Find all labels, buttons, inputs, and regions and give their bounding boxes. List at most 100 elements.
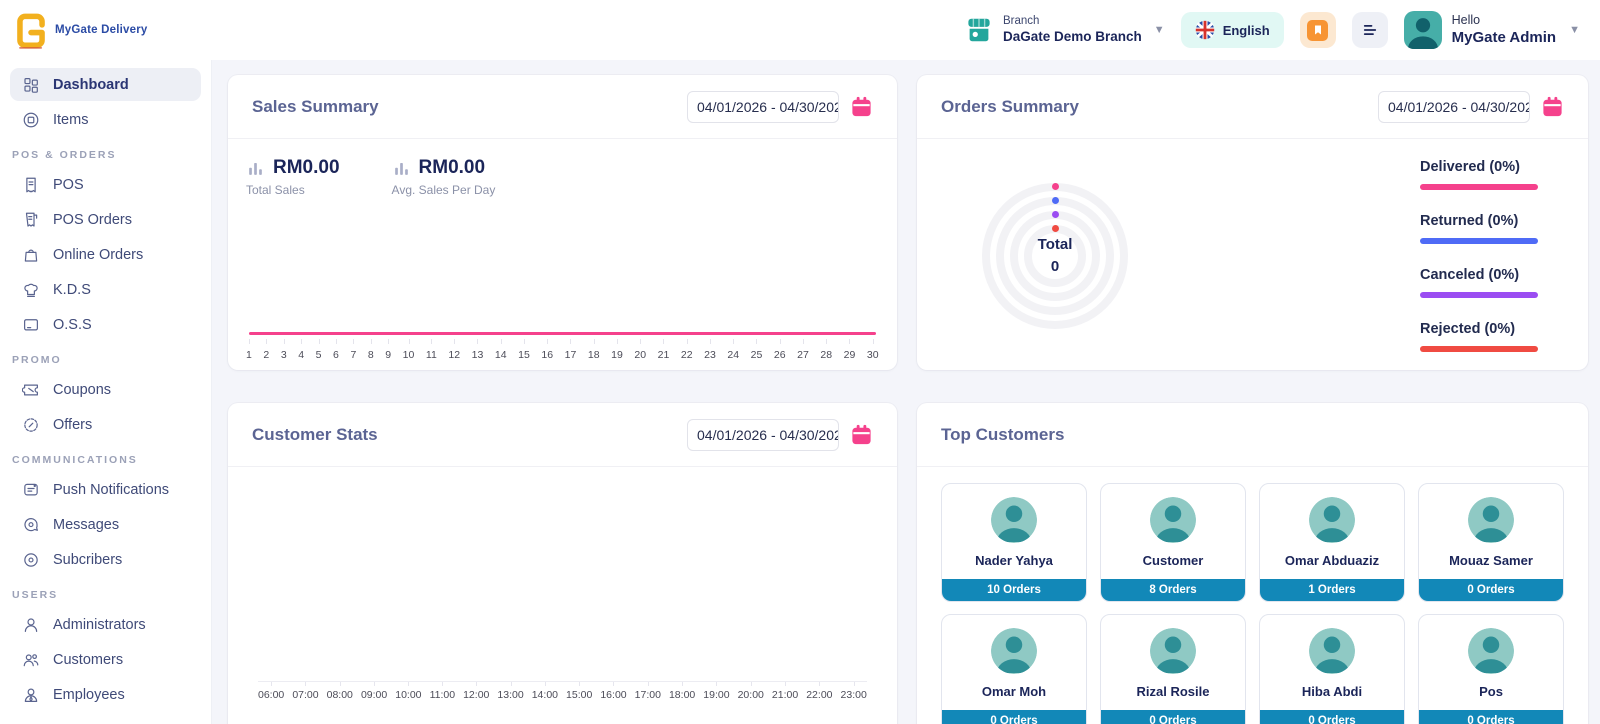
sidebar-item-k-d-s[interactable]: K.D.S [10,273,201,306]
sidebar-item-customers[interactable]: Customers [10,643,201,676]
customer-name: Omar Abduaziz [1285,553,1379,568]
customer-card[interactable]: Pos0 Orders [1418,614,1564,724]
customer-avatar [1468,497,1514,543]
sidebar-item-subcribers[interactable]: Subcribers [10,543,201,576]
customer-stats-date-range-input[interactable]: 04/01/2026 - 04/30/2026 [687,419,839,451]
axis-tick-label: 20:00 [738,689,764,701]
axis-tick-label: 2 [263,349,269,361]
customer-avatar [1150,628,1196,674]
axis-tick-label: 18:00 [669,689,695,701]
calendar-icon[interactable] [850,423,873,446]
sidebar-item-items[interactable]: Items [10,103,201,136]
legend-label: Delivered (0%) [1420,159,1540,175]
sidebar-item-offers[interactable]: Offers [10,408,201,441]
branch-selector[interactable]: Branch DaGate Demo Branch ▼ [964,14,1165,45]
customer-orders-badge: 1 Orders [1260,579,1404,601]
sidebar-item-label: POS Orders [53,212,132,228]
pos-icon [22,176,40,194]
donut-total-value: 0 [1051,256,1059,278]
axis-tick-label: 14 [495,349,507,361]
calendar-icon[interactable] [850,95,873,118]
customer-card[interactable]: Customer8 Orders [1100,483,1246,602]
axis-tick-label: 16:00 [600,689,626,701]
customer-card[interactable]: Omar Abduaziz 1 Orders [1259,483,1405,602]
legend-label: Returned (0%) [1420,213,1540,229]
greeting-hello: Hello [1452,12,1556,28]
messages-icon [22,516,40,534]
axis-tick-label: 22:00 [806,689,832,701]
menu-button[interactable] [1352,12,1388,48]
bar-chart-icon [392,159,411,178]
customer-orders-badge: 0 Orders [1419,579,1563,601]
customer-card[interactable]: Mouaz Samer 0 Orders [1418,483,1564,602]
axis-tick-label: 12:00 [463,689,489,701]
customer-name: Hiba Abdi [1302,684,1362,699]
donut-total-label: Total [1038,234,1073,256]
customer-card[interactable]: Nader Yahya10 Orders [941,483,1087,602]
legend-color-bar [1420,346,1538,352]
menu-lines-icon [1361,21,1379,39]
axis-tick-label: 15:00 [566,689,592,701]
axis-tick-label: 10 [403,349,415,361]
orders-date-range-input[interactable]: 04/01/2026 - 04/30/2026 [1378,91,1530,123]
customer-avatar [1150,497,1196,543]
sidebar-item-online-orders[interactable]: Online Orders [10,238,201,271]
axis-tick-label: 06:00 [258,689,284,701]
sales-x-axis: 1234567891011121314151617181920212223242… [246,349,879,361]
sidebar-item-pos[interactable]: POS [10,168,201,201]
sidebar-item-label: Items [53,112,88,128]
axis-tick-label: 21 [658,349,670,361]
sidebar-item-label: O.S.S [53,317,92,333]
axis-tick-label: 9 [385,349,391,361]
customer-stats-title: Customer Stats [252,425,378,445]
language-selector[interactable]: English [1181,12,1284,48]
axis-tick-label: 11 [426,349,437,361]
sidebar-item-dashboard[interactable]: Dashboard [10,68,201,101]
customer-name: Omar Moh [982,684,1046,699]
bookmark-button[interactable] [1300,12,1336,48]
calendar-icon[interactable] [1541,95,1564,118]
kds-icon [22,281,40,299]
customer-avatar [991,497,1037,543]
push-icon [22,481,40,499]
sidebar-item-messages[interactable]: Messages [10,508,201,541]
total-sales-value: RM0.00 [273,157,340,179]
sidebar-item-push-notifications[interactable]: Push Notifications [10,473,201,506]
axis-tick-label: 5 [316,349,322,361]
user-menu[interactable]: Hello MyGate Admin ▼ [1404,11,1580,49]
axis-tick-label: 19:00 [703,689,729,701]
brand-logo[interactable]: MyGate Delivery [14,10,148,50]
axis-tick-label: 24 [727,349,739,361]
items-icon [22,111,40,129]
sidebar-item-administrators[interactable]: Administrators [10,608,201,641]
sidebar-section-heading: POS & ORDERS [12,149,199,161]
sidebar-item-employees[interactable]: Employees [10,678,201,711]
avg-sales-stat: RM0.00 Avg. Sales Per Day [392,157,496,197]
sales-date-range-input[interactable]: 04/01/2026 - 04/30/2026 [687,91,839,123]
sidebar-item-coupons[interactable]: Coupons [10,373,201,406]
customer-card[interactable]: Hiba Abdi0 Orders [1259,614,1405,724]
avg-sales-value: RM0.00 [419,157,486,179]
axis-tick-label: 28 [820,349,832,361]
orders-donut: Total 0 [975,176,1135,336]
axis-tick-label: 3 [281,349,287,361]
customer-orders-badge: 0 Orders [942,710,1086,724]
legend-color-bar [1420,184,1538,190]
axis-tick-label: 11:00 [430,689,456,701]
axis-tick-label: 17 [565,349,577,361]
online-orders-icon [22,246,40,264]
legend-color-bar [1420,238,1538,244]
sidebar-item-pos-orders[interactable]: POS Orders [10,203,201,236]
customer-name: Pos [1479,684,1503,699]
legend-label: Rejected (0%) [1420,321,1540,337]
axis-tick-label: 7 [350,349,356,361]
axis-tick-label: 26 [774,349,786,361]
bookmark-icon [1307,20,1328,41]
orders-legend: Delivered (0%)Returned (0%)Canceled (0%)… [1420,159,1540,352]
axis-tick-label: 19 [611,349,623,361]
customer-card[interactable]: Omar Moh 0 Orders [941,614,1087,724]
customer-name: Mouaz Samer [1449,553,1533,568]
sidebar-item-o-s-s[interactable]: O.S.S [10,308,201,341]
customer-card[interactable]: Rizal Rosile0 Orders [1100,614,1246,724]
sidebar-item-label: K.D.S [53,282,91,298]
